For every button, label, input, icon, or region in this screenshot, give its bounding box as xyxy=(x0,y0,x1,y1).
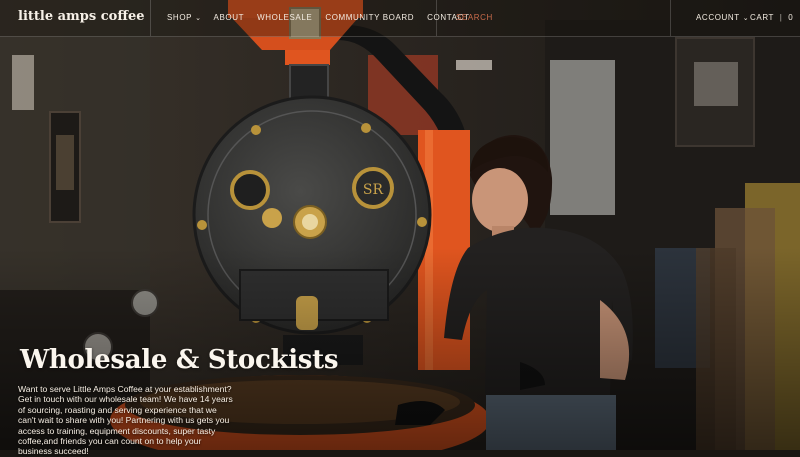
search-link[interactable]: SEARCH xyxy=(456,13,493,22)
site-header: little amps coffee SHOP ⌄ ABOUT WHOLESALE… xyxy=(0,0,800,37)
nav-item-wholesale[interactable]: WHOLESALE xyxy=(257,13,312,22)
cart-label: CART xyxy=(750,13,774,22)
nav-item-shop[interactable]: SHOP ⌄ xyxy=(167,13,202,22)
header-divider xyxy=(150,0,151,36)
primary-nav: SHOP ⌄ ABOUT WHOLESALE COMMUNITY BOARD CO… xyxy=(167,13,469,22)
hero-image: SR xyxy=(0,0,800,450)
chevron-down-icon: ⌄ xyxy=(742,15,750,22)
cart-link[interactable]: CART | 0 xyxy=(750,13,793,22)
header-divider xyxy=(670,0,671,36)
nav-item-label: SHOP xyxy=(167,13,193,22)
nav-item-community-board[interactable]: COMMUNITY BOARD xyxy=(325,13,414,22)
cart-separator: | xyxy=(779,13,783,22)
account-link[interactable]: ACCOUNT ⌄ xyxy=(696,13,749,22)
chevron-down-icon: ⌄ xyxy=(195,15,202,22)
hero-description: Want to serve Little Amps Coffee at your… xyxy=(18,384,233,457)
cart-count: 0 xyxy=(788,13,794,22)
page-title: Wholesale & Stockists xyxy=(20,345,339,375)
brand-logo[interactable]: little amps coffee xyxy=(18,9,145,24)
nav-item-about[interactable]: ABOUT xyxy=(214,13,245,22)
header-divider xyxy=(436,0,437,36)
account-label: ACCOUNT xyxy=(696,13,740,22)
